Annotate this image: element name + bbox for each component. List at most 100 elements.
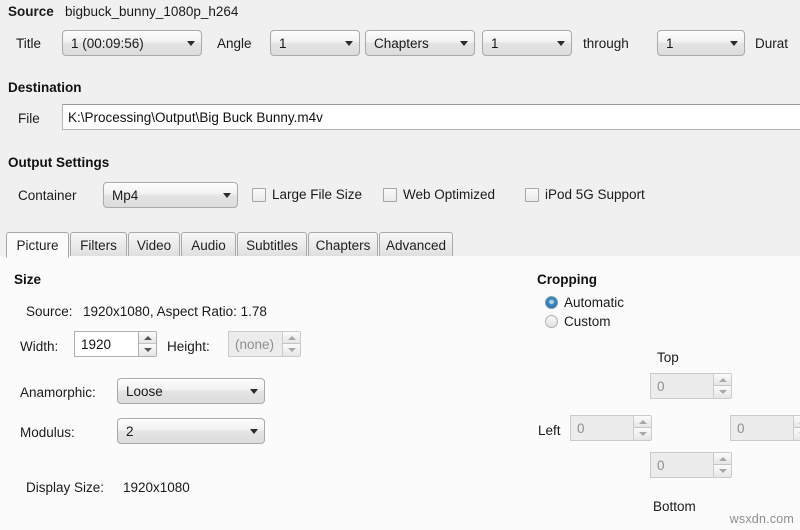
source-label: Source bbox=[8, 4, 54, 19]
crop-left-input[interactable]: 0 bbox=[570, 415, 633, 441]
range-type-dropdown[interactable]: Chapters bbox=[365, 30, 475, 56]
range-start-dropdown[interactable]: 1 bbox=[482, 30, 572, 56]
cropping-automatic-label: Automatic bbox=[564, 295, 625, 310]
crop-bottom-label: Bottom bbox=[653, 499, 696, 514]
range-end-dropdown-value: 1 bbox=[666, 35, 674, 51]
crop-top-label: Top bbox=[657, 350, 679, 365]
width-spinner[interactable]: 1920 bbox=[74, 331, 157, 357]
crop-left-increment-button[interactable] bbox=[634, 416, 651, 428]
crop-top-spinner[interactable]: 0 bbox=[650, 373, 732, 399]
crop-top-decrement-button[interactable] bbox=[714, 386, 731, 398]
height-input[interactable]: (none) bbox=[228, 331, 282, 357]
radio-unselected-icon bbox=[545, 315, 558, 328]
crop-left-spinner[interactable]: 0 bbox=[570, 415, 652, 441]
destination-file-input[interactable]: K:\Processing\Output\Big Buck Bunny.m4v bbox=[62, 104, 800, 130]
crop-left-decrement-button[interactable] bbox=[634, 428, 651, 440]
crop-right-decrement-button[interactable] bbox=[794, 428, 800, 440]
width-input[interactable]: 1920 bbox=[74, 331, 138, 357]
cropping-group-label: Cropping bbox=[537, 272, 597, 287]
ipod-5g-support-label: iPod 5G Support bbox=[545, 187, 645, 202]
height-increment-button[interactable] bbox=[283, 332, 300, 344]
checkbox-icon bbox=[252, 187, 266, 202]
height-spinner[interactable]: (none) bbox=[228, 331, 301, 357]
chevron-down-icon bbox=[250, 388, 258, 394]
cropping-automatic-radio[interactable]: Automatic bbox=[545, 295, 624, 310]
width-increment-button[interactable] bbox=[139, 332, 156, 344]
chevron-down-icon bbox=[250, 428, 258, 434]
crop-top-input[interactable]: 0 bbox=[650, 373, 713, 399]
triangle-down-icon bbox=[718, 469, 727, 473]
triangle-up-icon bbox=[143, 335, 152, 340]
modulus-label: Modulus: bbox=[20, 425, 75, 440]
crop-bottom-increment-button[interactable] bbox=[714, 453, 731, 465]
tab-advanced[interactable]: Advanced bbox=[379, 232, 453, 257]
crop-right-input[interactable]: 0 bbox=[730, 415, 793, 441]
tab-filters[interactable]: Filters bbox=[70, 232, 127, 257]
angle-dropdown[interactable]: 1 bbox=[270, 30, 360, 56]
handbrake-window: Source bigbuck_bunny_1080p_h264 Title 1 … bbox=[0, 0, 800, 530]
chevron-down-icon bbox=[730, 40, 738, 46]
checkbox-icon bbox=[525, 187, 539, 202]
triangle-down-icon bbox=[287, 348, 296, 352]
tab-audio[interactable]: Audio bbox=[181, 232, 236, 257]
modulus-dropdown[interactable]: 2 bbox=[117, 418, 265, 444]
angle-label: Angle bbox=[217, 36, 252, 51]
tab-video[interactable]: Video bbox=[128, 232, 180, 257]
triangle-down-icon bbox=[143, 348, 152, 352]
chevron-down-icon bbox=[557, 40, 565, 46]
tab-strip: Picture Filters Video Audio Subtitles Ch… bbox=[0, 232, 800, 258]
tab-chapters[interactable]: Chapters bbox=[308, 232, 378, 257]
crop-bottom-input[interactable]: 0 bbox=[650, 452, 713, 478]
triangle-up-icon bbox=[638, 419, 647, 424]
range-end-dropdown[interactable]: 1 bbox=[657, 30, 745, 56]
destination-group-label: Destination bbox=[8, 80, 82, 95]
crop-bottom-decrement-button[interactable] bbox=[714, 465, 731, 477]
title-dropdown-value: 1 (00:09:56) bbox=[71, 35, 144, 51]
triangle-up-icon bbox=[287, 335, 296, 340]
anamorphic-dropdown[interactable]: Loose bbox=[117, 378, 265, 404]
chevron-down-icon bbox=[345, 40, 353, 46]
large-file-size-checkbox[interactable]: Large File Size bbox=[252, 187, 362, 202]
height-decrement-button[interactable] bbox=[283, 344, 300, 356]
output-settings-group-label: Output Settings bbox=[8, 155, 110, 170]
tab-subtitles-label: Subtitles bbox=[246, 237, 298, 253]
crop-top-spinner-buttons[interactable] bbox=[713, 373, 732, 399]
tab-video-label: Video bbox=[136, 237, 172, 253]
chevron-down-icon bbox=[460, 40, 468, 46]
triangle-down-icon bbox=[718, 390, 727, 394]
triangle-up-icon bbox=[718, 456, 727, 461]
crop-left-spinner-buttons[interactable] bbox=[633, 415, 652, 441]
tab-chapters-label: Chapters bbox=[315, 237, 371, 253]
tab-advanced-label: Advanced bbox=[385, 237, 447, 253]
crop-right-increment-button[interactable] bbox=[794, 416, 800, 428]
tab-picture[interactable]: Picture bbox=[6, 232, 69, 258]
crop-top-increment-button[interactable] bbox=[714, 374, 731, 386]
container-dropdown[interactable]: Mp4 bbox=[103, 182, 238, 208]
checkbox-icon bbox=[383, 187, 397, 202]
modulus-dropdown-value: 2 bbox=[126, 423, 134, 439]
tab-audio-label: Audio bbox=[191, 237, 226, 253]
picture-tab-panel: Size Source: 1920x1080, Aspect Ratio: 1.… bbox=[0, 256, 800, 530]
crop-bottom-spinner-buttons[interactable] bbox=[713, 452, 732, 478]
width-decrement-button[interactable] bbox=[139, 344, 156, 356]
duration-label: Durat bbox=[755, 36, 789, 51]
ipod-5g-support-checkbox[interactable]: iPod 5G Support bbox=[525, 187, 645, 202]
tab-subtitles[interactable]: Subtitles bbox=[237, 232, 307, 257]
triangle-up-icon bbox=[718, 377, 727, 382]
height-label: Height: bbox=[167, 339, 210, 354]
radio-selected-icon bbox=[545, 296, 558, 309]
height-spinner-buttons[interactable] bbox=[282, 331, 301, 357]
range-start-dropdown-value: 1 bbox=[491, 35, 499, 51]
width-label: Width: bbox=[20, 339, 59, 354]
width-spinner-buttons[interactable] bbox=[138, 331, 157, 357]
source-size-label: Source: bbox=[26, 304, 73, 319]
anamorphic-label: Anamorphic: bbox=[20, 385, 96, 400]
crop-right-spinner[interactable]: 0 bbox=[730, 415, 800, 441]
display-size-label: Display Size: bbox=[26, 480, 105, 495]
crop-bottom-spinner[interactable]: 0 bbox=[650, 452, 732, 478]
title-label: Title bbox=[16, 36, 42, 51]
crop-right-spinner-buttons[interactable] bbox=[793, 415, 800, 441]
title-dropdown[interactable]: 1 (00:09:56) bbox=[62, 30, 202, 56]
cropping-custom-radio[interactable]: Custom bbox=[545, 314, 611, 329]
web-optimized-checkbox[interactable]: Web Optimized bbox=[383, 187, 495, 202]
